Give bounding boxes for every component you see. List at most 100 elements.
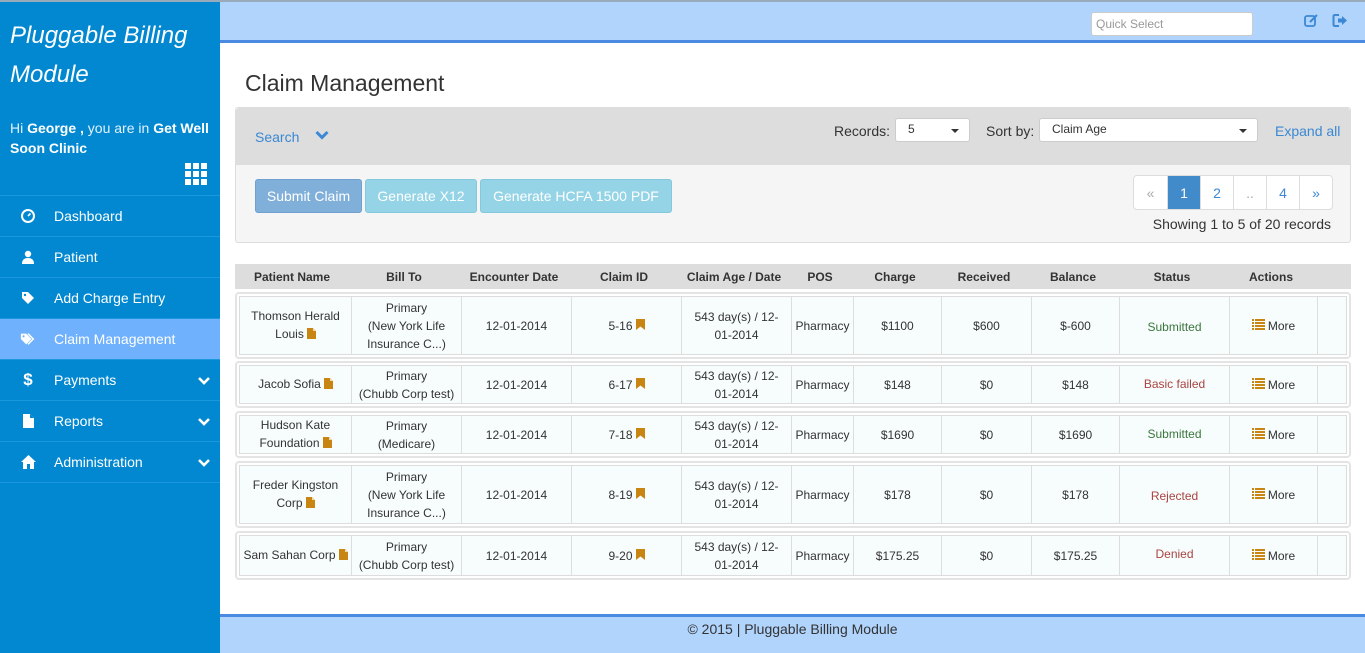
- bookmark-icon[interactable]: [635, 426, 645, 444]
- quick-select-input[interactable]: [1091, 12, 1253, 36]
- more-button[interactable]: More: [1251, 547, 1295, 565]
- sidebar-item-label: Dashboard: [54, 208, 123, 224]
- cell-patient-name: Freder Kingston Corp: [240, 466, 352, 523]
- patient-name[interactable]: Sam Sahan Corp: [243, 548, 335, 562]
- document-icon[interactable]: [338, 547, 348, 565]
- chevron-down-icon[interactable]: [315, 129, 329, 144]
- more-button[interactable]: More: [1251, 486, 1296, 504]
- sidebar-item-dashboard[interactable]: Dashboard: [0, 196, 220, 237]
- list-icon: [1251, 317, 1265, 335]
- sidebar-item-label: Add Charge Entry: [54, 290, 166, 306]
- cell-actions: More: [1230, 466, 1318, 523]
- table-row[interactable]: Thomson Herald Louis Primary (New York Lif…: [235, 292, 1351, 359]
- cell-patient-name: Jacob Sofia: [240, 366, 352, 403]
- bookmark-icon[interactable]: [635, 486, 645, 504]
- sidebar-item-add-charge-entry[interactable]: Add Charge Entry: [0, 278, 220, 319]
- table-row[interactable]: Freder Kingston Corp Primary (New York Lif…: [235, 461, 1351, 528]
- table-row[interactable]: Hudson Kate Foundation Primary (Medicare) 1…: [235, 411, 1351, 458]
- list-icon: [1251, 486, 1265, 504]
- column-header[interactable]: Balance: [1029, 264, 1117, 289]
- sort-select[interactable]: Claim Age: [1039, 118, 1258, 142]
- column-header[interactable]: Status: [1117, 264, 1227, 289]
- row-cells: Thomson Herald Louis Primary (New York Lif…: [239, 296, 1347, 355]
- expand-all-link[interactable]: Expand all: [1275, 123, 1340, 139]
- patient-name[interactable]: Hudson Kate Foundation: [259, 418, 330, 450]
- chevron-down-icon[interactable]: [198, 374, 210, 389]
- list-icon: [1251, 376, 1265, 394]
- more-button[interactable]: More: [1251, 376, 1295, 394]
- column-header[interactable]: Encounter Date: [459, 264, 569, 289]
- column-header[interactable]: Patient Name: [235, 264, 349, 289]
- cell-claim-id: 5-16: [572, 297, 682, 354]
- sidebar-item-reports[interactable]: Reports: [0, 401, 220, 442]
- bill-to-type: Primary: [385, 300, 428, 315]
- cell-received: $0: [942, 416, 1032, 453]
- search-toggle[interactable]: Search: [255, 129, 299, 145]
- patient-name[interactable]: Freder Kingston Corp: [253, 478, 338, 510]
- document-icon[interactable]: [323, 376, 333, 394]
- dashboard-icon: [20, 209, 36, 223]
- sidebar-item-claim-management[interactable]: Claim Management: [0, 319, 220, 360]
- cell-claim-id: 6-17: [572, 366, 682, 403]
- sidebar-item-patient[interactable]: Patient: [0, 237, 220, 278]
- records-select[interactable]: 5: [895, 118, 970, 142]
- pagination-page[interactable]: 1: [1167, 176, 1200, 209]
- column-header[interactable]: Claim ID: [569, 264, 679, 289]
- bill-to-payer: (New York Life Insurance C...): [367, 487, 446, 520]
- more-label: More: [1267, 318, 1296, 333]
- pagination-page[interactable]: 4: [1266, 176, 1299, 209]
- sidebar-item-payments[interactable]: $ Payments: [0, 360, 220, 401]
- pagination-page[interactable]: 2: [1200, 176, 1233, 209]
- generate-hcfa-pdf-button[interactable]: Generate HCFA 1500 PDF: [480, 179, 672, 213]
- more-button[interactable]: More: [1251, 317, 1296, 335]
- list-icon: [1251, 547, 1265, 565]
- column-header[interactable]: Claim Age / Date: [679, 264, 789, 289]
- table-row[interactable]: Jacob Sofia Primary (Chubb Corp test) 12-01…: [235, 361, 1351, 408]
- sidebar-item-administration[interactable]: Administration: [0, 442, 220, 483]
- bill-to-type: Primary: [385, 469, 428, 484]
- logout-icon[interactable]: [1332, 13, 1348, 29]
- cell-claim-id: 8-19: [572, 466, 682, 523]
- column-header[interactable]: Received: [939, 264, 1029, 289]
- pagination-ellipsis: ..: [1233, 176, 1266, 209]
- cell-encounter-date: 12-01-2014: [462, 416, 572, 453]
- column-header[interactable]: Charge: [851, 264, 939, 289]
- submit-claim-button[interactable]: Submit Claim: [255, 179, 362, 213]
- column-header[interactable]: POS: [789, 264, 851, 289]
- more-button[interactable]: More: [1251, 426, 1295, 444]
- cell-charge: $1100: [854, 297, 942, 354]
- claims-table-header: Patient Name Bill To Encounter Date Claim I…: [235, 264, 1351, 289]
- bookmark-icon[interactable]: [635, 317, 645, 335]
- panel-header: Search Records: 5 Sort by: Claim Age Exp…: [236, 108, 1350, 165]
- bill-to-payer: (Chubb Corp test): [358, 557, 455, 572]
- app-brand: Pluggable Billing Module: [10, 22, 188, 88]
- document-icon[interactable]: [305, 495, 315, 513]
- chevron-down-icon[interactable]: [198, 415, 210, 430]
- status-badge: Submitted: [1147, 427, 1202, 441]
- patient-name[interactable]: Thomson Herald Louis: [251, 309, 340, 341]
- edit-icon[interactable]: [1304, 13, 1320, 29]
- document-icon[interactable]: [322, 435, 332, 453]
- chevron-down-icon[interactable]: [198, 456, 210, 471]
- top-bar: [220, 0, 1365, 43]
- cell-charge: $1690: [854, 416, 942, 453]
- column-header[interactable]: Actions: [1227, 264, 1315, 289]
- cell-bill-to: Primary (Medicare): [352, 416, 462, 453]
- table-row[interactable]: Sam Sahan Corp Primary (Chubb Corp test) 12…: [235, 531, 1351, 580]
- status-badge: Rejected: [1150, 489, 1199, 503]
- apps-grid-icon[interactable]: [185, 163, 209, 185]
- column-header[interactable]: Bill To: [349, 264, 459, 289]
- generate-x12-button[interactable]: Generate X12: [365, 179, 477, 213]
- cell-balance: $-600: [1032, 297, 1120, 354]
- cell-charge: $178: [854, 466, 942, 523]
- patient-name[interactable]: Jacob Sofia: [258, 377, 321, 391]
- pagination-next[interactable]: »: [1299, 176, 1332, 209]
- bookmark-icon[interactable]: [635, 376, 645, 394]
- cell-actions: More: [1230, 416, 1318, 453]
- cell-patient-name: Sam Sahan Corp: [240, 536, 352, 575]
- bookmark-icon[interactable]: [635, 547, 645, 565]
- more-label: More: [1267, 487, 1296, 502]
- document-icon[interactable]: [306, 326, 316, 344]
- pagination-prev[interactable]: «: [1134, 176, 1167, 209]
- cell-spacer: [1318, 297, 1346, 354]
